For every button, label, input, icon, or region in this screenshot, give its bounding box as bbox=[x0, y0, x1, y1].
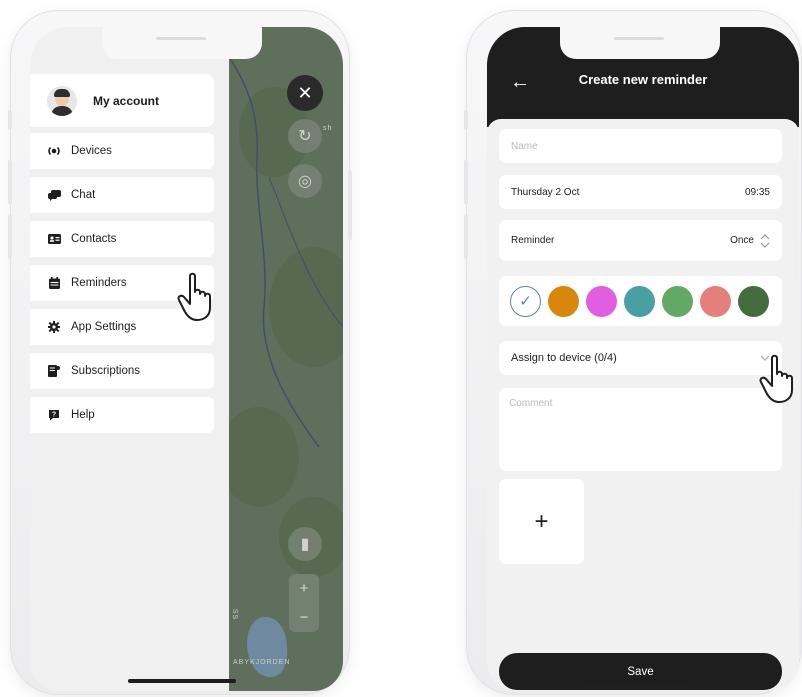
phone-frame-right: ← Create new reminder Name Thursday 2 Oc… bbox=[464, 10, 802, 695]
map-place-label: SS bbox=[231, 608, 239, 621]
home-indicator[interactable] bbox=[585, 679, 693, 683]
contacts-icon bbox=[45, 234, 63, 244]
refresh-icon: ↻ bbox=[298, 128, 312, 145]
user-avatar-icon bbox=[47, 85, 77, 116]
date-time-field[interactable]: Thursday 2 Oct 09:35 bbox=[499, 175, 782, 209]
screen-left: ✕ ↻ ◎ ▮ + − sh ABYKJORDEN SS My account … bbox=[30, 27, 343, 691]
phone-volume-up bbox=[464, 160, 468, 204]
close-icon: ✕ bbox=[297, 82, 313, 103]
phone-side-button bbox=[464, 110, 468, 130]
map-place-label: ABYKJORDEN bbox=[233, 659, 291, 666]
phone-side-button bbox=[8, 110, 12, 130]
save-button[interactable]: Save bbox=[499, 653, 782, 690]
menu-item-label: Reminders bbox=[71, 277, 127, 289]
menu-item-label: App Settings bbox=[71, 321, 137, 333]
page-title: Create new reminder bbox=[578, 72, 708, 87]
reminder-frequency-field[interactable]: Reminder Once bbox=[499, 220, 782, 261]
side-drawer: My account Devices Chat Contacts Reminde… bbox=[30, 27, 229, 691]
pointer-hand-icon bbox=[758, 354, 802, 413]
time-value: 09:35 bbox=[744, 186, 770, 198]
menu-item-label: Contacts bbox=[71, 233, 117, 245]
color-picker: ✓ bbox=[499, 276, 782, 326]
phone-volume-down bbox=[8, 215, 12, 259]
phone-frame-left: ✕ ↻ ◎ ▮ + − sh ABYKJORDEN SS My account … bbox=[8, 10, 352, 695]
menu-item-help[interactable]: ? Help bbox=[30, 397, 214, 433]
comment-input[interactable]: Comment bbox=[499, 388, 782, 471]
chat-icon bbox=[45, 189, 63, 201]
reminder-value: Once bbox=[730, 235, 754, 246]
phone-volume-up bbox=[8, 160, 12, 204]
menu-item-subscriptions[interactable]: Subscriptions bbox=[30, 353, 214, 389]
comment-placeholder: Comment bbox=[509, 398, 553, 409]
name-placeholder: Name bbox=[511, 140, 538, 152]
phone-notch bbox=[102, 27, 262, 59]
home-indicator[interactable] bbox=[128, 679, 236, 683]
reminder-label: Reminder bbox=[511, 235, 555, 246]
stage: ✕ ↻ ◎ ▮ + − sh ABYKJORDEN SS My account … bbox=[0, 0, 802, 697]
notch-speaker bbox=[156, 37, 206, 40]
zoom-control: + − bbox=[289, 574, 319, 632]
reminder-form: Name Thursday 2 Oct 09:35 Reminder Once bbox=[487, 119, 799, 691]
locate-icon: ◎ bbox=[298, 173, 312, 190]
color-swatch-pink[interactable] bbox=[586, 285, 617, 317]
locate-button[interactable]: ◎ bbox=[288, 164, 322, 198]
phone-volume-down bbox=[464, 215, 468, 259]
phone-notch bbox=[560, 27, 720, 59]
assign-label: Assign to device (0/4) bbox=[511, 352, 617, 364]
pointer-hand-icon bbox=[176, 272, 220, 331]
menu-item-chat[interactable]: Chat bbox=[30, 177, 214, 213]
stepper-chevrons-icon[interactable] bbox=[760, 233, 770, 249]
account-label: My account bbox=[93, 93, 160, 108]
notch-speaker bbox=[614, 37, 664, 40]
menu-item-label: Help bbox=[71, 409, 95, 421]
gear-icon bbox=[45, 321, 63, 333]
map-place-label: sh bbox=[323, 125, 333, 132]
devices-icon bbox=[45, 146, 63, 156]
menu-item-label: Subscriptions bbox=[71, 365, 141, 377]
check-icon: ✓ bbox=[519, 293, 532, 310]
date-value: Thursday 2 Oct bbox=[511, 186, 580, 198]
zoom-in-button[interactable]: + bbox=[300, 580, 309, 597]
color-swatch-selected[interactable]: ✓ bbox=[510, 285, 541, 317]
name-input[interactable]: Name bbox=[499, 129, 782, 163]
close-drawer-button[interactable]: ✕ bbox=[287, 75, 323, 111]
menu-item-contacts[interactable]: Contacts bbox=[30, 221, 214, 257]
map-view[interactable]: ✕ ↻ ◎ ▮ + − sh ABYKJORDEN SS bbox=[229, 27, 343, 691]
color-swatch-salmon[interactable] bbox=[700, 285, 731, 317]
help-icon: ? bbox=[45, 409, 63, 421]
plus-icon: + bbox=[534, 507, 549, 535]
svg-text:?: ? bbox=[52, 411, 56, 418]
menu-item-label: Chat bbox=[71, 189, 96, 201]
color-swatch-teal[interactable] bbox=[624, 285, 655, 317]
save-label: Save bbox=[627, 665, 654, 678]
color-swatch-green[interactable] bbox=[662, 285, 693, 317]
screen-right: ← Create new reminder Name Thursday 2 Oc… bbox=[487, 27, 799, 691]
my-account-item[interactable]: My account bbox=[30, 74, 214, 127]
menu-item-devices[interactable]: Devices bbox=[30, 133, 214, 169]
map-layers-icon: ▮ bbox=[300, 536, 310, 553]
color-swatch-dark-green[interactable] bbox=[738, 285, 769, 317]
add-attachment-button[interactable]: + bbox=[499, 479, 584, 564]
menu-item-label: Devices bbox=[71, 145, 112, 157]
map-layers-button[interactable]: ▮ bbox=[288, 527, 322, 561]
subscriptions-icon bbox=[45, 365, 63, 377]
assign-device-dropdown[interactable]: Assign to device (0/4) bbox=[499, 341, 782, 375]
refresh-button[interactable]: ↻ bbox=[288, 119, 322, 153]
phone-power-button bbox=[348, 170, 352, 240]
zoom-out-button[interactable]: − bbox=[300, 609, 309, 626]
calendar-icon bbox=[45, 277, 63, 289]
color-swatch-orange[interactable] bbox=[548, 285, 579, 317]
